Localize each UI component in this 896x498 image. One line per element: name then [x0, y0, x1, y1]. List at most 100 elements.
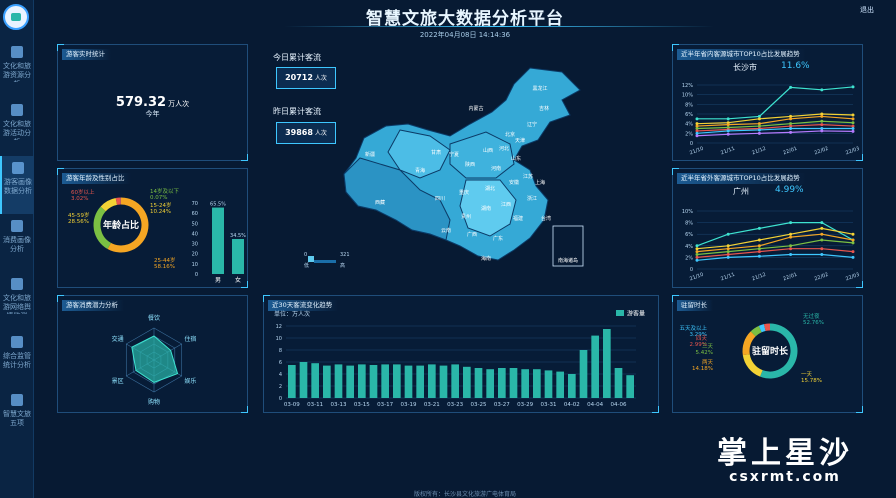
- trend30-bar: [486, 369, 494, 398]
- line-point: [851, 250, 855, 254]
- trend30-xtick: 03-31: [541, 402, 557, 408]
- trend30-legend: 游客量: [627, 310, 645, 318]
- radar-axis-label: 娱乐: [184, 377, 196, 385]
- trend30-bar: [393, 364, 401, 398]
- line-point: [820, 88, 824, 92]
- line-ytick: 8%: [685, 102, 693, 108]
- trend30-bar: [428, 364, 436, 398]
- image-icon: [11, 46, 23, 58]
- line-point: [820, 123, 824, 127]
- china-map[interactable]: 南海诸岛 黑龙江吉林辽宁 内蒙古北京天津河北山西山东河南 陕西宁夏 甘肃青海 新疆西藏 四…: [300, 60, 600, 290]
- line-point: [789, 244, 793, 248]
- line-point: [820, 114, 824, 118]
- trend30-bar: [521, 369, 529, 398]
- trend30-xtick: 04-06: [611, 402, 627, 408]
- trend30-xtick: 03-17: [377, 402, 393, 408]
- age-label-name: 45-59岁: [68, 211, 89, 219]
- trend30-ytick: 0: [279, 396, 282, 402]
- sidebar-item[interactable]: 游客画像数据分析: [0, 156, 34, 214]
- line-xtick: 21/10: [689, 146, 705, 157]
- panel-stay: 驻留时长 驻留时长 五天及以上 3.29% 四天 2.99% 三天 5.42% 两天 14.1…: [672, 295, 863, 413]
- watermark-main: 掌上星沙: [717, 436, 853, 471]
- sidebar-item[interactable]: 智慧文旅五项: [0, 388, 34, 446]
- line-ytick: 4%: [685, 122, 693, 128]
- line-point: [726, 129, 730, 133]
- gender-bar: [212, 207, 224, 274]
- province-label: 湖南: [481, 205, 491, 212]
- trend30-bar: [288, 365, 296, 398]
- province-label: 天津: [515, 137, 525, 144]
- province-label: 云南: [441, 227, 451, 234]
- line-point: [695, 244, 699, 248]
- line-point: [851, 113, 855, 117]
- line-point: [820, 221, 824, 225]
- radar-axis-label: 景区: [112, 378, 124, 385]
- sidebar-item[interactable]: 文化和旅游资源分析: [0, 40, 34, 98]
- line-xtick: 22/02: [814, 272, 830, 283]
- province-label: 广西: [467, 231, 477, 238]
- trend30-ytick: 10: [276, 336, 282, 342]
- line-point: [789, 253, 793, 256]
- line-series: [696, 239, 854, 256]
- line-xtick: 21/12: [751, 272, 767, 283]
- line-ytick: 12%: [682, 83, 693, 89]
- age-label-pct: 58.16%: [154, 264, 175, 270]
- province-label: 河南: [491, 165, 501, 172]
- line-point: [851, 238, 855, 242]
- line-point: [695, 253, 699, 256]
- province-label: 陕西: [465, 161, 475, 168]
- header: 智慧文旅大数据分析平台 2022年04月08日 14:14:36 退出: [34, 0, 896, 40]
- panel-realtime: 游客实时统计 579.32 万人次 今年: [57, 44, 248, 161]
- watermark-url: csxrmt.com: [729, 469, 841, 485]
- sidebar-item[interactable]: 综合监管统计分析: [0, 330, 34, 388]
- line-xtick: 21/11: [720, 272, 736, 283]
- gender-ytick: 0: [195, 272, 198, 278]
- line-point: [789, 247, 793, 251]
- line-ytick: 4%: [685, 244, 693, 250]
- trend30-ytick: 8: [279, 348, 282, 354]
- line-point: [820, 226, 824, 230]
- line-point: [820, 253, 824, 256]
- province-label: 广东: [493, 235, 503, 242]
- trend30-bar: [474, 368, 483, 398]
- line-point: [726, 244, 730, 248]
- gender-ytick: 70: [192, 201, 198, 207]
- line-point: [789, 127, 793, 130]
- panel-title: 游客实时统计: [62, 49, 111, 60]
- trend30-xtick: 03-11: [307, 402, 323, 408]
- line-point: [695, 255, 699, 259]
- trend30-bar: [533, 369, 541, 398]
- sidebar-item[interactable]: 文化和旅游网络舆情监测: [0, 272, 34, 330]
- trend30-ytick: 6: [279, 360, 282, 366]
- line-point: [726, 247, 730, 251]
- line-point: [851, 232, 855, 236]
- donut-slice: [764, 323, 771, 332]
- sidebar-item-label: 文化和旅游网络舆情监测: [3, 294, 31, 314]
- trend30-bar: [358, 364, 366, 398]
- sidebar-item-label: 文化和旅游资源分析: [3, 62, 31, 82]
- radar-axis-label: 购物: [148, 398, 160, 406]
- trend30-bar: [626, 375, 634, 398]
- line-point: [695, 250, 699, 254]
- line-point: [789, 235, 793, 239]
- stay-label-pct: 14.18%: [692, 366, 713, 372]
- exit-button[interactable]: 退出: [860, 5, 874, 15]
- sidebar-item-label: 智慧文旅五项: [3, 410, 31, 427]
- line-point: [757, 117, 761, 121]
- province-label: 北京: [505, 131, 515, 138]
- age-label-pct: 3.02%: [71, 196, 88, 202]
- province-label: 内蒙古: [468, 105, 483, 112]
- sidebar-item[interactable]: 消费画像分析: [0, 214, 34, 272]
- stay-label-name: 三天: [702, 343, 714, 350]
- datetime: 2022年04月08日 14:14:36: [419, 31, 511, 39]
- sidebar-item-label: 游客画像数据分析: [4, 178, 32, 195]
- trend30-bar: [544, 370, 553, 398]
- gender-ytick: 60: [192, 211, 198, 217]
- line-point: [757, 244, 761, 248]
- grid-icon: [11, 394, 23, 406]
- sidebar-item[interactable]: 文化和旅游活动分析: [0, 98, 34, 156]
- line-ytick: 6%: [685, 232, 693, 238]
- line-point: [851, 129, 855, 133]
- panel-domestic: 近半年省内客源城市TOP10占比发展趋势 长沙市 11.6% 12% 10% 8% 6…: [672, 44, 863, 161]
- donut-slice: [100, 198, 118, 212]
